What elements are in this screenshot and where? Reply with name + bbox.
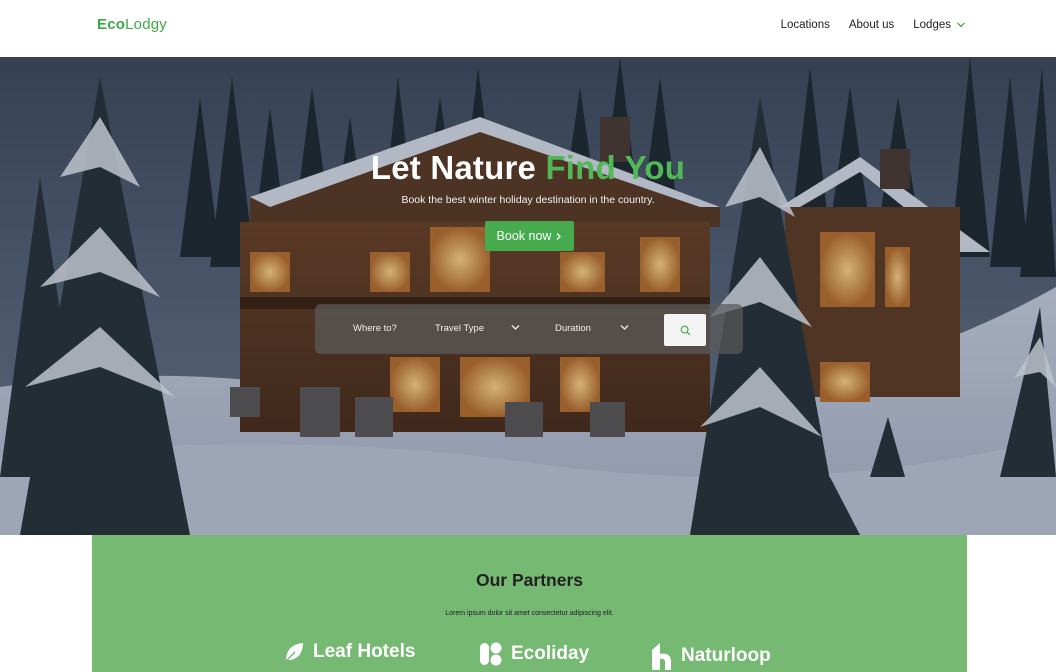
book-now-label: Book now	[496, 229, 552, 243]
partner-name: Naturloop	[681, 645, 771, 666]
hero-background-image	[0, 57, 1056, 535]
book-now-button[interactable]: Book now	[485, 221, 574, 251]
nav-menu: Locations About us Lodges	[781, 19, 966, 31]
partners-title: Our Partners	[476, 570, 583, 590]
chevron-down-icon	[957, 22, 965, 28]
hero-section: Let Nature Find You Book the best winter…	[0, 57, 1056, 535]
leaf-icon	[285, 643, 303, 662]
chevron-down-icon	[620, 325, 629, 330]
top-navbar: EcoLodgy Locations About us Lodges	[0, 0, 1056, 57]
site-logo[interactable]: EcoLodgy	[97, 16, 167, 33]
partner-leaf-hotels[interactable]: Leaf Hotels	[283, 641, 415, 663]
partner-name: Ecoliday	[511, 643, 590, 664]
partner-ecoliday[interactable]: Ecoliday	[479, 641, 589, 667]
search-icon	[680, 325, 690, 335]
nav-item-lodges-label: Lodges	[913, 19, 951, 31]
hero-title: Let Nature Find You	[0, 149, 1056, 187]
duration-dropdown[interactable]: Duration	[555, 323, 591, 334]
hero-title-main: Let Nature	[370, 149, 546, 186]
partners-section: Our Partners Lorem ipsum dolor sit amet …	[92, 535, 967, 672]
logo-bold-text: Eco	[97, 16, 126, 33]
chevron-right-icon	[556, 232, 562, 240]
chevron-down-icon	[511, 325, 520, 330]
travel-type-dropdown[interactable]: Travel Type	[435, 323, 484, 334]
naturloop-logo-icon	[652, 643, 671, 670]
nav-item-about-us[interactable]: About us	[849, 19, 894, 31]
where-to-field[interactable]: Where to?	[353, 323, 397, 334]
booking-search-bar: Where to? Travel Type Duration	[315, 304, 743, 354]
hero-title-accent: Find You	[545, 149, 686, 186]
ecoliday-logo-icon	[480, 642, 502, 666]
partners-subtitle: Lorem ipsum dolor sit amet consectetur a…	[445, 610, 614, 617]
partner-name: Leaf Hotels	[313, 641, 416, 662]
search-button[interactable]	[664, 314, 706, 346]
nav-item-lodges[interactable]: Lodges	[913, 19, 966, 31]
partner-naturloop[interactable]: Naturloop	[651, 642, 771, 670]
nav-item-locations[interactable]: Locations	[781, 19, 830, 31]
logo-rest-text: Lodgy	[125, 16, 167, 33]
hero-subtitle: Book the best winter holiday destination…	[401, 194, 655, 206]
